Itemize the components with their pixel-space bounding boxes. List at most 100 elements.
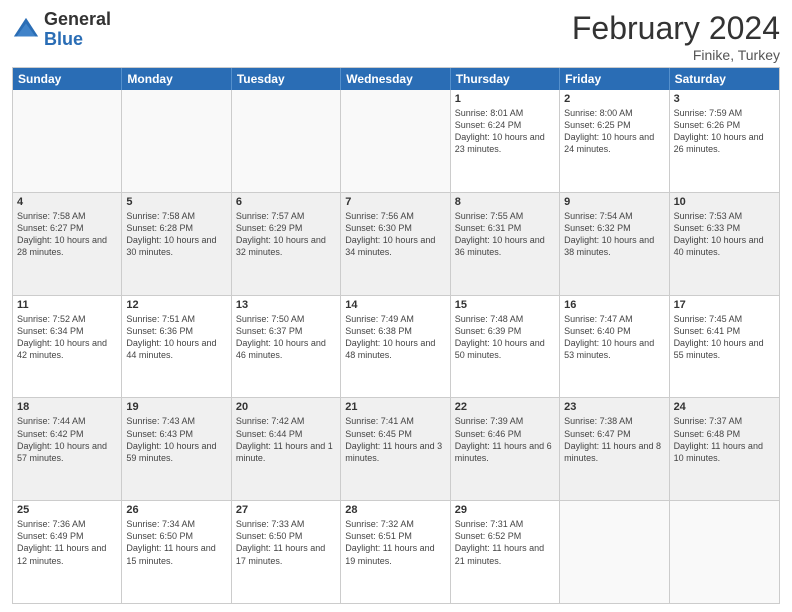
logo-text: General Blue: [44, 10, 111, 50]
day-info: Sunrise: 7:39 AM Sunset: 6:46 PM Dayligh…: [455, 415, 555, 464]
calendar-title: February 2024: [572, 10, 780, 47]
day-info: Sunrise: 7:57 AM Sunset: 6:29 PM Dayligh…: [236, 210, 336, 259]
day-info: Sunrise: 7:42 AM Sunset: 6:44 PM Dayligh…: [236, 415, 336, 464]
table-row: 15 Sunrise: 7:48 AM Sunset: 6:39 PM Dayli…: [451, 296, 560, 398]
table-row: [232, 90, 341, 192]
day-number: 11: [17, 299, 117, 311]
day-number: 20: [236, 401, 336, 413]
table-row: [13, 90, 122, 192]
table-row: 22Sunrise: 7:39 AM Sunset: 6:46 PM Dayli…: [451, 398, 560, 500]
table-row: 7 Sunrise: 7:56 AM Sunset: 6:30 PM Daylig…: [341, 193, 450, 295]
day-info: Sunrise: 7:36 AM Sunset: 6:49 PM Dayligh…: [17, 518, 117, 567]
table-row: 2Sunrise: 8:00 AM Sunset: 6:25 PM Daylig…: [560, 90, 669, 192]
logo: General Blue: [12, 10, 111, 50]
day-number: 23: [564, 401, 664, 413]
table-row: 23 Sunrise: 7:38 AM Sunset: 6:47 PM Dayli…: [560, 398, 669, 500]
table-row: 19Sunrise: 7:43 AM Sunset: 6:43 PM Dayli…: [122, 398, 231, 500]
day-number: 24: [674, 401, 775, 413]
day-number: 3: [674, 93, 775, 105]
day-info: Sunrise: 7:45 AM Sunset: 6:41 PM Dayligh…: [674, 313, 775, 362]
table-row: 18 Sunrise: 7:44 AM Sunset: 6:42 PM Dayli…: [13, 398, 122, 500]
day-info: Sunrise: 7:48 AM Sunset: 6:39 PM Dayligh…: [455, 313, 555, 362]
cal-week-2: 11 Sunrise: 7:52 AM Sunset: 6:34 PM Dayli…: [13, 295, 779, 398]
calendar-body: 1Sunrise: 8:01 AM Sunset: 6:24 PM Daylig…: [13, 90, 779, 603]
calendar-header-row: SundayMondayTuesdayWednesdayThursdayFrid…: [13, 68, 779, 90]
page: General Blue February 2024 Finike, Turke…: [0, 0, 792, 612]
logo-general: General: [44, 10, 111, 30]
day-info: Sunrise: 8:01 AM Sunset: 6:24 PM Dayligh…: [455, 107, 555, 156]
table-row: 17 Sunrise: 7:45 AM Sunset: 6:41 PM Dayli…: [670, 296, 779, 398]
cal-header-sunday: Sunday: [13, 68, 122, 90]
table-row: 28Sunrise: 7:32 AM Sunset: 6:51 PM Dayli…: [341, 501, 450, 603]
day-number: 13: [236, 299, 336, 311]
day-number: 18: [17, 401, 117, 413]
day-info: Sunrise: 7:59 AM Sunset: 6:26 PM Dayligh…: [674, 107, 775, 156]
table-row: 4 Sunrise: 7:58 AM Sunset: 6:27 PM Daylig…: [13, 193, 122, 295]
table-row: 3 Sunrise: 7:59 AM Sunset: 6:26 PM Daylig…: [670, 90, 779, 192]
table-row: 5Sunrise: 7:58 AM Sunset: 6:28 PM Daylig…: [122, 193, 231, 295]
table-row: [560, 501, 669, 603]
cal-header-tuesday: Tuesday: [232, 68, 341, 90]
table-row: 6 Sunrise: 7:57 AM Sunset: 6:29 PM Daylig…: [232, 193, 341, 295]
day-number: 26: [126, 504, 226, 516]
table-row: 16Sunrise: 7:47 AM Sunset: 6:40 PM Dayli…: [560, 296, 669, 398]
day-info: Sunrise: 7:31 AM Sunset: 6:52 PM Dayligh…: [455, 518, 555, 567]
day-number: 15: [455, 299, 555, 311]
table-row: 20 Sunrise: 7:42 AM Sunset: 6:44 PM Dayli…: [232, 398, 341, 500]
day-number: 29: [455, 504, 555, 516]
table-row: [670, 501, 779, 603]
header: General Blue February 2024 Finike, Turke…: [12, 10, 780, 63]
table-row: 24Sunrise: 7:37 AM Sunset: 6:48 PM Dayli…: [670, 398, 779, 500]
day-info: Sunrise: 7:51 AM Sunset: 6:36 PM Dayligh…: [126, 313, 226, 362]
day-info: Sunrise: 7:50 AM Sunset: 6:37 PM Dayligh…: [236, 313, 336, 362]
day-number: 4: [17, 196, 117, 208]
cal-header-thursday: Thursday: [451, 68, 560, 90]
day-info: Sunrise: 7:44 AM Sunset: 6:42 PM Dayligh…: [17, 415, 117, 464]
day-info: Sunrise: 7:38 AM Sunset: 6:47 PM Dayligh…: [564, 415, 664, 464]
day-number: 7: [345, 196, 445, 208]
table-row: 10Sunrise: 7:53 AM Sunset: 6:33 PM Dayli…: [670, 193, 779, 295]
table-row: 13 Sunrise: 7:50 AM Sunset: 6:37 PM Dayli…: [232, 296, 341, 398]
day-number: 8: [455, 196, 555, 208]
day-number: 10: [674, 196, 775, 208]
day-info: Sunrise: 7:54 AM Sunset: 6:32 PM Dayligh…: [564, 210, 664, 259]
day-info: Sunrise: 7:52 AM Sunset: 6:34 PM Dayligh…: [17, 313, 117, 362]
day-number: 21: [345, 401, 445, 413]
calendar-subtitle: Finike, Turkey: [572, 47, 780, 63]
cal-week-4: 25Sunrise: 7:36 AM Sunset: 6:49 PM Dayli…: [13, 500, 779, 603]
day-info: Sunrise: 7:56 AM Sunset: 6:30 PM Dayligh…: [345, 210, 445, 259]
table-row: 9 Sunrise: 7:54 AM Sunset: 6:32 PM Daylig…: [560, 193, 669, 295]
table-row: [122, 90, 231, 192]
day-info: Sunrise: 7:34 AM Sunset: 6:50 PM Dayligh…: [126, 518, 226, 567]
day-number: 17: [674, 299, 775, 311]
day-number: 6: [236, 196, 336, 208]
day-info: Sunrise: 7:43 AM Sunset: 6:43 PM Dayligh…: [126, 415, 226, 464]
cal-header-wednesday: Wednesday: [341, 68, 450, 90]
table-row: 1Sunrise: 8:01 AM Sunset: 6:24 PM Daylig…: [451, 90, 560, 192]
day-info: Sunrise: 7:41 AM Sunset: 6:45 PM Dayligh…: [345, 415, 445, 464]
table-row: 8 Sunrise: 7:55 AM Sunset: 6:31 PM Daylig…: [451, 193, 560, 295]
table-row: 12 Sunrise: 7:51 AM Sunset: 6:36 PM Dayli…: [122, 296, 231, 398]
cal-header-monday: Monday: [122, 68, 231, 90]
cal-week-3: 18 Sunrise: 7:44 AM Sunset: 6:42 PM Dayli…: [13, 397, 779, 500]
table-row: 21 Sunrise: 7:41 AM Sunset: 6:45 PM Dayli…: [341, 398, 450, 500]
table-row: 14Sunrise: 7:49 AM Sunset: 6:38 PM Dayli…: [341, 296, 450, 398]
table-row: 25Sunrise: 7:36 AM Sunset: 6:49 PM Dayli…: [13, 501, 122, 603]
day-info: Sunrise: 7:55 AM Sunset: 6:31 PM Dayligh…: [455, 210, 555, 259]
cal-header-saturday: Saturday: [670, 68, 779, 90]
cal-week-0: 1Sunrise: 8:01 AM Sunset: 6:24 PM Daylig…: [13, 90, 779, 192]
day-number: 9: [564, 196, 664, 208]
cal-week-1: 4 Sunrise: 7:58 AM Sunset: 6:27 PM Daylig…: [13, 192, 779, 295]
calendar: SundayMondayTuesdayWednesdayThursdayFrid…: [12, 67, 780, 604]
day-number: 2: [564, 93, 664, 105]
day-info: Sunrise: 7:47 AM Sunset: 6:40 PM Dayligh…: [564, 313, 664, 362]
day-info: Sunrise: 7:49 AM Sunset: 6:38 PM Dayligh…: [345, 313, 445, 362]
day-number: 28: [345, 504, 445, 516]
day-number: 12: [126, 299, 226, 311]
table-row: 26 Sunrise: 7:34 AM Sunset: 6:50 PM Dayli…: [122, 501, 231, 603]
table-row: 11 Sunrise: 7:52 AM Sunset: 6:34 PM Dayli…: [13, 296, 122, 398]
day-info: Sunrise: 7:58 AM Sunset: 6:27 PM Dayligh…: [17, 210, 117, 259]
table-row: 27Sunrise: 7:33 AM Sunset: 6:50 PM Dayli…: [232, 501, 341, 603]
day-info: Sunrise: 7:33 AM Sunset: 6:50 PM Dayligh…: [236, 518, 336, 567]
day-number: 5: [126, 196, 226, 208]
